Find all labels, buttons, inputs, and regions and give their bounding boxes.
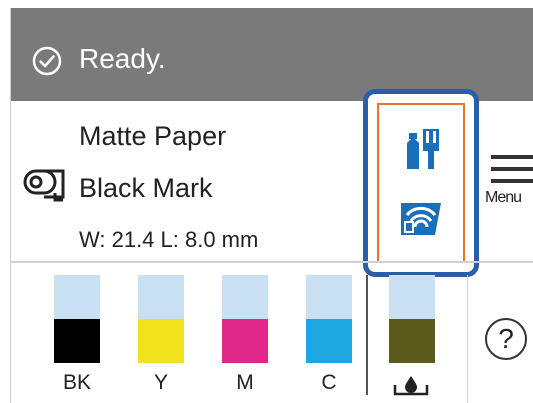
ink-y — [138, 275, 184, 363]
help-button[interactable]: ? — [485, 318, 527, 360]
ink-c — [306, 275, 352, 363]
ink-label-bk: BK — [62, 371, 91, 394]
ink-label-y: Y — [153, 371, 168, 394]
ink-divider — [366, 275, 368, 395]
paper-roll-icon — [23, 169, 65, 202]
media-size: W: 21.4 L: 8.0 mm — [79, 227, 259, 252]
media-settings-button[interactable]: Matte Paper Black Mark W: 21.4 L: 8.0 mm — [11, 101, 361, 261]
maintenance-box-fill — [389, 319, 435, 363]
help-divider — [467, 275, 468, 403]
ink-fill-y — [138, 319, 184, 363]
ink-bk — [54, 275, 100, 363]
ink-levels-panel[interactable]: BK Y M C ? — [11, 263, 533, 403]
highlight-frame — [377, 103, 465, 263]
maintenance-box — [389, 275, 435, 363]
maintenance-icon[interactable] — [395, 123, 447, 175]
ink-m — [222, 275, 268, 363]
ink-fill-bk — [54, 319, 100, 363]
ink-drop-tray-icon — [393, 376, 429, 396]
hamburger-icon — [491, 155, 533, 183]
check-circle-icon — [32, 46, 62, 76]
status-bar[interactable]: Ready. — [11, 8, 533, 101]
menu-button[interactable]: Menu — [481, 145, 533, 215]
highlight-callout — [363, 89, 479, 277]
media-type: Matte Paper — [79, 121, 227, 151]
ink-label-m: M — [236, 371, 254, 394]
menu-label: Menu — [485, 189, 522, 206]
ink-label-c: C — [321, 371, 337, 394]
ink-fill-m — [222, 319, 268, 363]
printer-screen: Ready. Matte Paper Black Mark W: 21.4 L:… — [10, 8, 533, 403]
media-mark: Black Mark — [79, 173, 213, 203]
ink-fill-c — [306, 319, 352, 363]
wifi-icon[interactable] — [395, 191, 447, 243]
status-text: Ready. — [79, 43, 166, 74]
